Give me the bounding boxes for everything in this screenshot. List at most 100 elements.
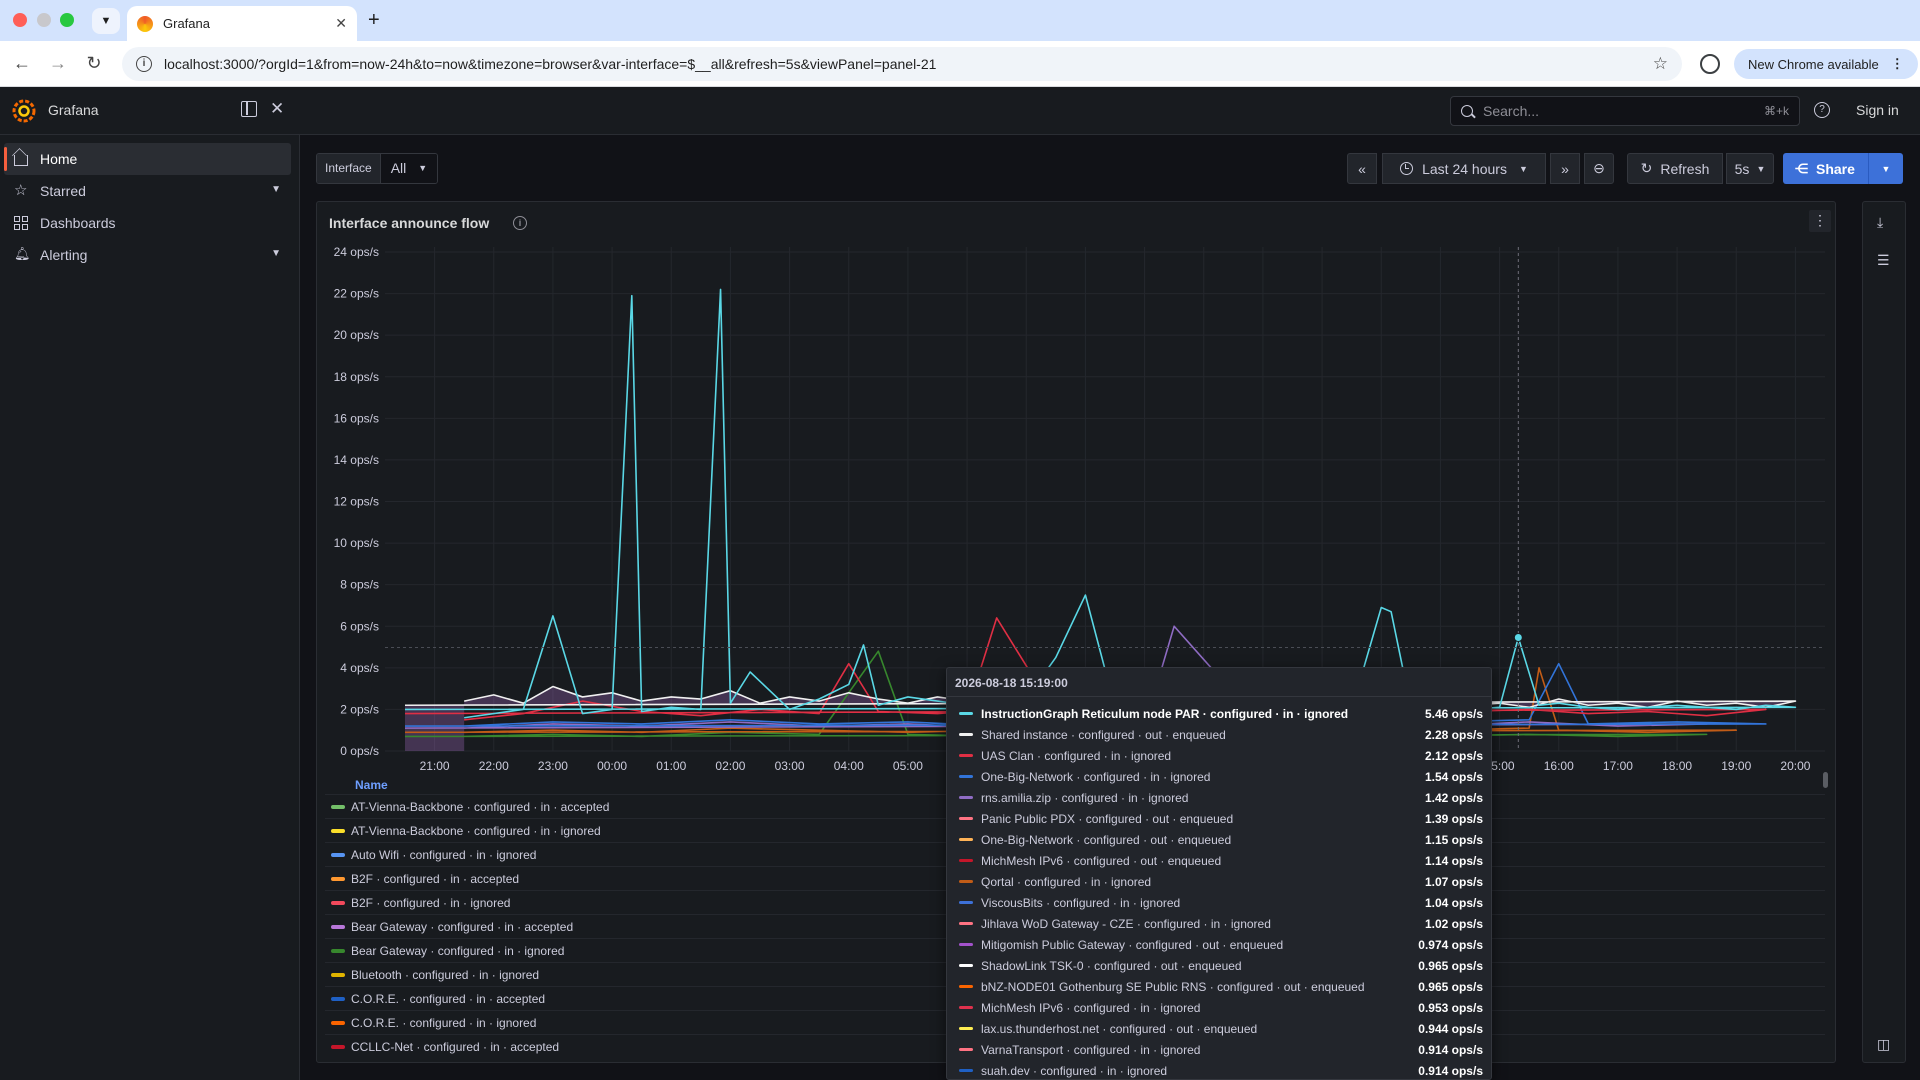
- tooltip-series-name: UAS Clan · configured · in · ignored: [981, 748, 1172, 763]
- tooltip-series-value: 1.15 ops/s: [1424, 832, 1483, 847]
- legend-series-name: B2F · configured · in · ignored: [351, 895, 511, 910]
- tooltip-row: Mitigomish Public Gateway · configured ·…: [947, 934, 1491, 955]
- x-axis-tick-label: 18:00: [1662, 759, 1692, 773]
- x-axis-tick-label: 21:00: [420, 759, 450, 773]
- window-minimize-button[interactable]: [37, 13, 51, 27]
- tooltip-row: MichMesh IPv6 · configured · out · enque…: [947, 850, 1491, 871]
- legend-scrollbar[interactable]: [1823, 772, 1828, 788]
- browser-tab-strip: ▼ Grafana ✕ +: [0, 0, 1920, 41]
- time-shift-forward-button[interactable]: »: [1550, 153, 1580, 184]
- new-chrome-label: New Chrome available: [1748, 56, 1879, 72]
- list-icon[interactable]: ☰: [1877, 252, 1890, 269]
- tooltip-row: Shared instance · configured · out · enq…: [947, 724, 1491, 745]
- address-bar[interactable]: i localhost:3000/?orgId=1&from=now-24h&t…: [122, 47, 1682, 81]
- download-icon[interactable]: ⤓: [1877, 214, 1883, 231]
- refresh-interval-picker[interactable]: 5s ▼: [1726, 153, 1774, 184]
- tooltip-series-name: ShadowLink TSK-0 · configured · out · en…: [981, 958, 1242, 973]
- dock-panel-icon[interactable]: ◫: [1877, 1036, 1890, 1053]
- bookmark-star-icon[interactable]: ☆: [1653, 54, 1668, 74]
- y-axis-tick-label: 22 ops/s: [334, 287, 379, 301]
- tooltip-series-name: Jihlava WoD Gateway - CZE · configured ·…: [981, 916, 1271, 931]
- sidebar-item-label: Home: [40, 151, 78, 167]
- series-color-swatch: [331, 804, 345, 809]
- dashboards-icon: [14, 216, 28, 230]
- profile-icon[interactable]: [1700, 54, 1720, 74]
- series-color-swatch: [959, 838, 973, 841]
- tooltip-series-name: MichMesh IPv6 · configured · out · enque…: [981, 853, 1222, 868]
- tooltip-rows: InstructionGraph Reticulum node PAR · co…: [947, 703, 1491, 1079]
- y-axis-tick-label: 4 ops/s: [340, 661, 379, 675]
- dock-menu-icon[interactable]: [241, 101, 257, 117]
- legend-series-name: AT-Vienna-Backbone · configured · in · i…: [351, 823, 601, 838]
- sidebar-item-dashboards[interactable]: Dashboards: [4, 207, 291, 239]
- forward-arrow-icon[interactable]: →: [46, 53, 70, 74]
- window-maximize-button[interactable]: [60, 13, 74, 27]
- tooltip-series-value: 1.07 ops/s: [1424, 874, 1483, 889]
- chevron-down-icon[interactable]: ▼: [1869, 164, 1903, 174]
- y-axis-tick-label: 2 ops/s: [340, 702, 379, 716]
- sidebar: Home ☆ Starred ▼ Dashboards 🔔︎ Alerting …: [0, 135, 300, 1080]
- grafana-logo-icon[interactable]: [12, 99, 36, 123]
- sidebar-item-label: Alerting: [40, 247, 88, 263]
- tooltip-row: Panic Public PDX · configured · out · en…: [947, 808, 1491, 829]
- close-icon[interactable]: ✕: [270, 99, 284, 119]
- back-arrow-icon[interactable]: ←: [10, 53, 34, 74]
- tooltip-series-value: 0.965 ops/s: [1418, 958, 1483, 973]
- site-info-icon[interactable]: i: [136, 56, 152, 72]
- legend-series-name: C.O.R.E. · configured · in · ignored: [351, 1015, 537, 1030]
- search-box[interactable]: ⌘+k: [1450, 96, 1800, 126]
- tab-search-button[interactable]: ▼: [92, 8, 120, 34]
- sidebar-item-alerting[interactable]: 🔔︎ Alerting ▼: [4, 239, 291, 271]
- sidebar-item-starred[interactable]: ☆ Starred ▼: [4, 175, 291, 207]
- y-axis-tick-label: 8 ops/s: [340, 578, 379, 592]
- browser-toolbar: ← → ↻ i localhost:3000/?orgId=1&from=now…: [0, 41, 1920, 87]
- refresh-interval-value: 5s: [1734, 160, 1750, 177]
- tooltip-series-name: InstructionGraph Reticulum node PAR · co…: [981, 706, 1349, 721]
- reload-icon[interactable]: ↻: [82, 53, 106, 74]
- tooltip-row: bNZ-NODE01 Gothenburg SE Public RNS · co…: [947, 976, 1491, 997]
- new-chrome-available-button[interactable]: New Chrome available ⋮: [1734, 49, 1918, 79]
- zoom-out-button[interactable]: ⊖: [1584, 153, 1614, 184]
- tooltip-series-name: VarnaTransport · configured · in · ignor…: [981, 1042, 1201, 1057]
- chevron-down-icon[interactable]: ▼: [271, 184, 281, 195]
- series-color-swatch: [959, 985, 973, 988]
- sidebar-item-home[interactable]: Home: [4, 143, 291, 175]
- right-toolbar-rail: ⤓ ☰ ◫: [1862, 201, 1906, 1063]
- tooltip-row: suah.dev · configured · in · ignored 0.91…: [947, 1060, 1491, 1079]
- series-color-swatch: [959, 880, 973, 883]
- time-shift-back-button[interactable]: «: [1347, 153, 1377, 184]
- x-axis-tick-label: 05:00: [893, 759, 923, 773]
- tooltip-series-value: 0.953 ops/s: [1418, 1000, 1483, 1015]
- new-tab-button[interactable]: +: [368, 9, 380, 32]
- url-text[interactable]: localhost:3000/?orgId=1&from=now-24h&to=…: [164, 56, 1653, 72]
- variable-select[interactable]: All ▼: [380, 154, 438, 183]
- help-icon[interactable]: ?: [1814, 102, 1830, 118]
- series-color-swatch: [959, 733, 973, 736]
- x-axis-tick-label: 23:00: [538, 759, 568, 773]
- home-icon: [14, 155, 28, 166]
- series-line: [404, 288, 1797, 719]
- time-range-label: Last 24 hours: [1422, 160, 1507, 177]
- y-axis-tick-label: 18 ops/s: [334, 370, 379, 384]
- window-close-button[interactable]: [13, 13, 27, 27]
- series-color-swatch: [959, 1006, 973, 1009]
- legend-series-name: CCLLC-Net · configured · in · accepted: [351, 1039, 560, 1054]
- x-axis-tick-label: 20:00: [1780, 759, 1810, 773]
- tooltip-series-value: 0.974 ops/s: [1418, 937, 1483, 952]
- sign-in-link[interactable]: Sign in: [1856, 102, 1899, 118]
- grafana-favicon-icon: [137, 15, 153, 32]
- tab-close-icon[interactable]: ✕: [335, 15, 347, 32]
- tooltip-series-name: suah.dev · configured · in · ignored: [981, 1063, 1168, 1078]
- browser-tab[interactable]: Grafana ✕: [127, 6, 357, 41]
- x-axis-tick-label: 00:00: [597, 759, 627, 773]
- legend-header-name[interactable]: Name: [355, 778, 388, 792]
- interface-variable: Interface All ▼: [316, 153, 439, 184]
- search-input[interactable]: [1483, 103, 1764, 119]
- refresh-button[interactable]: ↻ Refresh: [1627, 153, 1723, 184]
- share-button[interactable]: ⋲ Share ▼: [1783, 153, 1903, 184]
- time-range-picker[interactable]: Last 24 hours ▼: [1382, 153, 1546, 184]
- chevron-down-icon[interactable]: ▼: [271, 248, 281, 259]
- share-main-button[interactable]: ⋲ Share: [1783, 153, 1869, 184]
- x-axis-tick-label: 17:00: [1603, 759, 1633, 773]
- series-color-swatch: [959, 1069, 973, 1072]
